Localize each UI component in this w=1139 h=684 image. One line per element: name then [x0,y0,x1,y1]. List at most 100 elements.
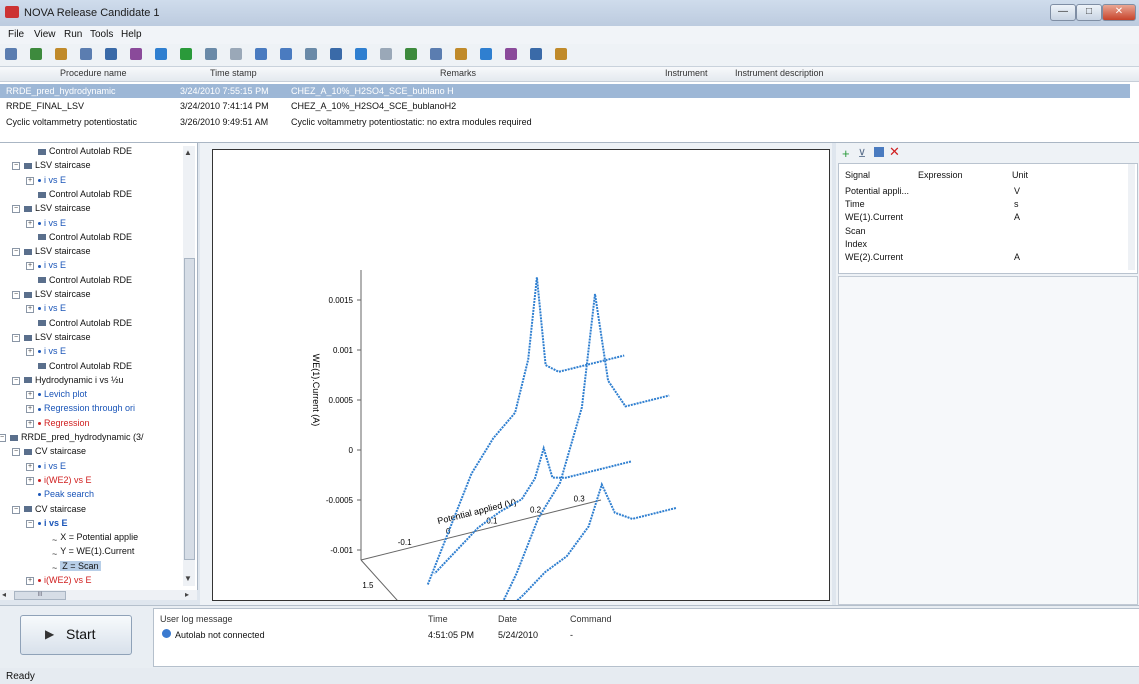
expand-icon[interactable]: + [26,419,34,428]
plot-panel[interactable]: 0.0015 0.001 0.0005 0 -0.0005 -0.001 -0.1 0 0.1 0… [212,149,830,665]
expand-icon[interactable]: + [26,305,34,314]
toolbar-button[interactable] [555,48,567,60]
signal-name[interactable]: Index [845,239,867,249]
col-remarks[interactable]: Remarks [440,68,476,81]
toolbar-button[interactable] [30,48,42,60]
toolbar-button[interactable] [255,48,267,60]
tree-node[interactable]: Peak search [38,489,94,499]
col-log-date[interactable]: Date [498,614,517,624]
collapse-icon[interactable]: − [12,333,20,342]
col-log-time[interactable]: Time [428,614,448,624]
toolbar-button[interactable] [280,48,292,60]
toolbar-button[interactable] [155,48,167,60]
col-expression[interactable]: Expression [918,170,963,180]
tree-node[interactable]: ~ X = Potential applie [52,532,138,545]
filter-icon[interactable]: ⊻ [858,147,866,160]
expand-icon[interactable]: + [26,577,34,585]
tree-node[interactable]: i vs E [38,218,66,228]
menu-run[interactable]: Run [64,29,82,40]
toolbar-button[interactable] [530,48,542,60]
menu-tools[interactable]: Tools [90,29,113,40]
col-unit[interactable]: Unit [1012,170,1028,180]
expand-icon[interactable]: + [26,176,34,185]
toolbar-button[interactable] [455,48,467,60]
tree-node[interactable]: i vs E [38,303,66,313]
tree-node[interactable]: CV staircase [24,446,86,456]
expand-icon[interactable]: + [26,405,34,414]
tree-node[interactable]: i(WE2) vs E [38,475,92,485]
tree-horizontal-scrollbar[interactable]: ◂ III ▸ [0,590,197,600]
col-log-command[interactable]: Command [570,614,612,624]
scroll-down-icon[interactable]: ▼ [184,574,192,583]
collapse-icon[interactable]: − [12,162,20,171]
expand-icon[interactable]: + [26,262,34,271]
toolbar-button[interactable] [80,48,92,60]
procedure-tree[interactable]: Control Autolab RDE − LSV staircase + i vs E… [0,143,198,590]
cv-3d-plot[interactable]: 0.00150.0010.00050-0.0005-0.001-0.100.10… [213,150,829,665]
tree-node[interactable]: i vs E [38,518,68,528]
tree-node[interactable]: LSV staircase [24,203,91,213]
col-instrument[interactable]: Instrument [665,68,708,81]
close-button[interactable]: ✕ [1102,4,1136,21]
tree-hscroll-thumb[interactable]: III [14,591,66,600]
minimize-button[interactable]: — [1050,4,1076,21]
tree-node[interactable]: Levich plot [38,389,87,399]
tree-node[interactable]: Control Autolab RDE [38,361,132,371]
toolbar-button[interactable] [480,48,492,60]
tree-node[interactable]: CV staircase [24,504,86,514]
tree-node[interactable]: Regression through ori [38,403,135,413]
signal-name[interactable]: Potential appli... [845,186,909,196]
expand-icon[interactable]: + [26,219,34,228]
expand-icon[interactable]: + [26,476,34,485]
signal-name[interactable]: Time [845,199,865,209]
collapse-icon[interactable]: − [26,519,34,528]
collapse-icon[interactable]: − [12,448,20,457]
toolbar-button[interactable] [130,48,142,60]
toolbar-button[interactable] [55,48,67,60]
tree-node[interactable]: Control Autolab RDE [38,146,132,156]
col-signal[interactable]: Signal [845,170,870,180]
menu-view[interactable]: View [34,29,56,40]
add-icon[interactable]: + [842,146,850,161]
tree-node[interactable]: Regression [38,418,90,428]
col-procedure-name[interactable]: Procedure name [60,68,127,81]
collapse-icon[interactable]: − [12,248,20,257]
tree-node[interactable]: RRDE_pred_hydrodynamic (3/ [10,432,144,442]
toolbar-button[interactable] [430,48,442,60]
signal-name[interactable]: Scan [845,226,866,236]
expand-icon[interactable]: + [26,391,34,400]
toolbar-button[interactable] [355,48,367,60]
col-time-stamp[interactable]: Time stamp [210,68,257,81]
toolbar-button[interactable] [5,48,17,60]
tree-node[interactable]: i vs E [38,175,66,185]
maximize-button[interactable]: □ [1076,4,1102,21]
tree-node[interactable]: LSV staircase [24,246,91,256]
collapse-icon[interactable]: − [0,434,6,442]
collapse-icon[interactable]: − [12,505,20,514]
expand-icon[interactable]: + [26,348,34,357]
tree-node[interactable]: i vs E [38,260,66,270]
col-user-log-message[interactable]: User log message [160,614,233,624]
menu-help[interactable]: Help [121,29,142,40]
collapse-icon[interactable]: − [12,376,20,385]
toolbar-button[interactable] [180,48,192,60]
tree-node[interactable]: ~ Y = WE(1).Current [52,546,134,559]
scroll-left-icon[interactable]: ◂ [2,590,6,599]
tree-node[interactable]: i(WE2) vs E [38,575,92,585]
start-button[interactable]: ▶ Start [20,615,132,655]
toolbar-button[interactable] [330,48,342,60]
signals-scrollbar[interactable] [1128,164,1135,270]
tree-vertical-scrollbar[interactable]: ▲ ▼ [183,146,195,586]
toolbar-button[interactable] [380,48,392,60]
collapse-icon[interactable]: − [12,291,20,299]
export-icon[interactable] [874,147,884,157]
tree-node[interactable]: Control Autolab RDE [38,318,132,328]
delete-icon[interactable]: ✕ [889,144,900,160]
tree-node[interactable]: ~ Z = Scan [52,560,101,573]
toolbar-button[interactable] [105,48,117,60]
menu-file[interactable]: File [8,29,24,40]
tree-scroll-thumb[interactable] [184,258,195,560]
signal-name[interactable]: WE(2).Current [845,252,903,262]
tree-node[interactable]: Control Autolab RDE [38,275,132,285]
toolbar-button[interactable] [305,48,317,60]
